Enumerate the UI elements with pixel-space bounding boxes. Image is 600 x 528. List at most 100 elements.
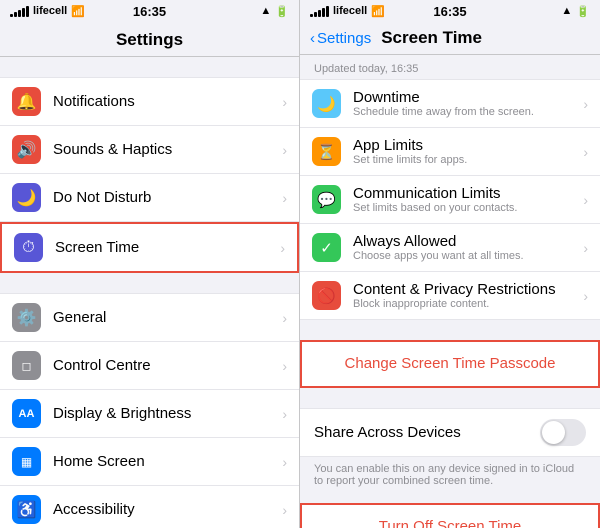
- notifications-label: Notifications: [53, 93, 282, 110]
- settings-item-notifications[interactable]: 🔔 Notifications ›: [0, 77, 299, 126]
- settings-item-sounds[interactable]: 🔊 Sounds & Haptics ›: [0, 126, 299, 174]
- chevron-icon: ›: [282, 142, 287, 158]
- location-icon: ▲: [561, 5, 572, 17]
- settings-item-screentime[interactable]: ⏱ Screen Time ›: [0, 222, 299, 273]
- passcode-button[interactable]: Change Screen Time Passcode: [300, 340, 600, 388]
- alwaysallowed-text: Always Allowed Choose apps you want at a…: [353, 233, 583, 262]
- settings-item-display[interactable]: AA Display & Brightness ›: [0, 390, 299, 438]
- chevron-icon: ›: [282, 358, 287, 374]
- left-status-right: ▲ 🔋: [260, 5, 289, 18]
- dnd-label: Do Not Disturb: [53, 189, 282, 206]
- controlcentre-icon: ◻: [12, 351, 41, 380]
- turnoff-btn-text: Turn Off Screen Time: [379, 518, 522, 528]
- section-gap-1: [300, 320, 600, 340]
- wifi-icon: 📶: [371, 5, 385, 18]
- accessibility-icon: ♿: [12, 495, 41, 524]
- settings-group-1: 🔔 Notifications › 🔊 Sounds & Haptics › 🌙…: [0, 77, 299, 273]
- sounds-icon: 🔊: [12, 135, 41, 164]
- settings-item-accessibility[interactable]: ♿ Accessibility ›: [0, 486, 299, 528]
- applimits-subtitle: Set time limits for apps.: [353, 154, 583, 166]
- contentprivacy-text: Content & Privacy Restrictions Block ina…: [353, 281, 583, 310]
- chevron-icon: ›: [282, 502, 287, 518]
- wifi-icon: 📶: [71, 5, 85, 18]
- sounds-label: Sounds & Haptics: [53, 141, 282, 158]
- chevron-icon: ›: [583, 96, 588, 112]
- chevron-icon: ›: [583, 288, 588, 304]
- right-status-bar: lifecell 📶 16:35 ▲ 🔋: [300, 0, 600, 22]
- contentprivacy-label: Content & Privacy Restrictions: [353, 281, 583, 298]
- controlcentre-label: Control Centre: [53, 357, 282, 374]
- screentime-label: Screen Time: [55, 239, 280, 256]
- dnd-icon: 🌙: [12, 183, 41, 212]
- right-item-alwaysallowed[interactable]: ✓ Always Allowed Choose apps you want at…: [300, 224, 600, 272]
- contentprivacy-subtitle: Block inappropriate content.: [353, 298, 583, 310]
- right-content: Updated today, 16:35 🌙 Downtime Schedule…: [300, 55, 600, 528]
- passcode-btn-text: Change Screen Time Passcode: [345, 355, 556, 372]
- right-panel: lifecell 📶 16:35 ▲ 🔋 ‹ Settings Screen T…: [300, 0, 600, 528]
- alwaysallowed-subtitle: Choose apps you want at all times.: [353, 250, 583, 262]
- settings-list: 🔔 Notifications › 🔊 Sounds & Haptics › 🌙…: [0, 57, 299, 528]
- right-time: 16:35: [433, 4, 466, 19]
- downtime-icon: 🌙: [312, 89, 341, 118]
- signal-icon: [310, 6, 329, 17]
- right-status-right: ▲ 🔋: [561, 5, 590, 18]
- alwaysallowed-label: Always Allowed: [353, 233, 583, 250]
- accessibility-label: Accessibility: [53, 501, 282, 518]
- back-button[interactable]: ‹ Settings: [310, 30, 371, 47]
- alwaysallowed-icon: ✓: [312, 233, 341, 262]
- share-desc: You can enable this on any device signed…: [300, 457, 600, 497]
- homescreen-label: Home Screen: [53, 453, 282, 470]
- contentprivacy-icon: 🚫: [312, 281, 341, 310]
- commlimits-text: Communication Limits Set limits based on…: [353, 185, 583, 214]
- chevron-icon: ›: [583, 192, 588, 208]
- chevron-icon: ›: [282, 190, 287, 206]
- settings-item-dnd[interactable]: 🌙 Do Not Disturb ›: [0, 174, 299, 222]
- chevron-icon: ›: [282, 94, 287, 110]
- notifications-icon: 🔔: [12, 87, 41, 116]
- applimits-icon: ⏳: [312, 137, 341, 166]
- general-icon: ⚙️: [12, 303, 41, 332]
- commlimits-label: Communication Limits: [353, 185, 583, 202]
- share-label: Share Across Devices: [314, 424, 461, 441]
- turnoff-button[interactable]: Turn Off Screen Time: [300, 503, 600, 528]
- commlimits-icon: 💬: [312, 185, 341, 214]
- back-chevron-icon: ‹: [310, 30, 315, 47]
- signal-icon: [10, 6, 29, 17]
- location-icon: ▲: [260, 5, 271, 17]
- chevron-icon: ›: [282, 310, 287, 326]
- settings-group-2: ⚙️ General › ◻ Control Centre › AA Displ…: [0, 293, 299, 528]
- commlimits-subtitle: Set limits based on your contacts.: [353, 202, 583, 214]
- left-title: Settings: [116, 30, 183, 49]
- right-nav-title: Screen Time: [381, 28, 482, 48]
- chevron-icon: ›: [282, 406, 287, 422]
- homescreen-icon: ▦: [12, 447, 41, 476]
- right-item-applimits[interactable]: ⏳ App Limits Set time limits for apps. ›: [300, 128, 600, 176]
- applimits-text: App Limits Set time limits for apps.: [353, 137, 583, 166]
- right-carrier: lifecell 📶: [310, 5, 385, 18]
- left-nav-header: Settings: [0, 22, 299, 57]
- chevron-icon: ›: [282, 454, 287, 470]
- share-row: Share Across Devices: [300, 408, 600, 457]
- screentime-icon: ⏱: [14, 233, 43, 262]
- carrier-label: lifecell: [33, 5, 67, 17]
- right-item-downtime[interactable]: 🌙 Downtime Schedule time away from the s…: [300, 80, 600, 128]
- settings-item-homescreen[interactable]: ▦ Home Screen ›: [0, 438, 299, 486]
- left-carrier: lifecell 📶: [10, 5, 85, 18]
- right-item-contentprivacy[interactable]: 🚫 Content & Privacy Restrictions Block i…: [300, 272, 600, 319]
- left-panel: lifecell 📶 16:35 ▲ 🔋 Settings 🔔 Notifica…: [0, 0, 300, 528]
- right-item-commlimits[interactable]: 💬 Communication Limits Set limits based …: [300, 176, 600, 224]
- screen-time-items: 🌙 Downtime Schedule time away from the s…: [300, 79, 600, 320]
- share-toggle[interactable]: [540, 419, 586, 446]
- chevron-icon: ›: [583, 144, 588, 160]
- settings-item-general[interactable]: ⚙️ General ›: [0, 293, 299, 342]
- back-label: Settings: [317, 30, 371, 47]
- downtime-label: Downtime: [353, 89, 583, 106]
- display-icon: AA: [12, 399, 41, 428]
- downtime-text: Downtime Schedule time away from the scr…: [353, 89, 583, 118]
- left-time: 16:35: [133, 4, 166, 19]
- general-label: General: [53, 309, 282, 326]
- toggle-knob: [542, 421, 565, 444]
- left-status-bar: lifecell 📶 16:35 ▲ 🔋: [0, 0, 299, 22]
- settings-item-controlcentre[interactable]: ◻ Control Centre ›: [0, 342, 299, 390]
- downtime-subtitle: Schedule time away from the screen.: [353, 106, 583, 118]
